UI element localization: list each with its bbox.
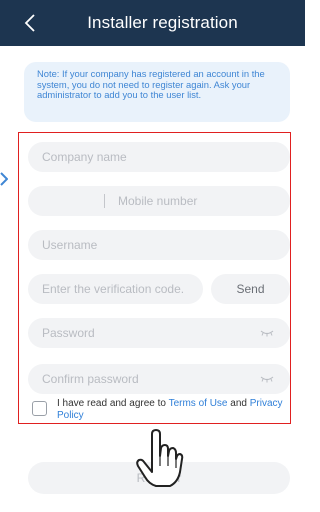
- agreement-and: and: [227, 398, 250, 409]
- page-title: Installer registration: [87, 13, 238, 32]
- country-code-divider: [104, 194, 105, 208]
- company-name-input[interactable]: Company name: [28, 142, 290, 172]
- password-input[interactable]: Password: [28, 318, 290, 348]
- verification-code-input[interactable]: Enter the verification code.: [28, 274, 203, 304]
- mobile-number-placeholder: Mobile number: [118, 194, 198, 208]
- side-arrow-icon: [0, 172, 8, 186]
- send-code-button[interactable]: Send: [211, 274, 290, 304]
- username-input[interactable]: Username: [28, 230, 290, 260]
- username-placeholder: Username: [42, 238, 98, 252]
- top-bar: Installer registration: [0, 0, 305, 46]
- agreement-checkbox[interactable]: [32, 401, 47, 416]
- agreement-row: I have read and agree to Terms of Use an…: [30, 398, 290, 426]
- eye-closed-icon[interactable]: [260, 329, 274, 337]
- verification-code-placeholder: Enter the verification code.: [42, 282, 185, 296]
- confirm-password-input[interactable]: Confirm password: [28, 364, 290, 394]
- password-placeholder: Password: [42, 326, 95, 340]
- pointing-hand-icon: [136, 429, 184, 487]
- registration-note: Note: If your company has registered an …: [24, 62, 290, 122]
- confirm-password-placeholder: Confirm password: [42, 372, 139, 386]
- terms-of-use-link[interactable]: Terms of Use: [169, 398, 228, 409]
- company-name-placeholder: Company name: [42, 150, 127, 164]
- eye-closed-icon[interactable]: [260, 375, 274, 383]
- agreement-text: I have read and agree to Terms of Use an…: [57, 398, 292, 422]
- agreement-prefix: I have read and agree to: [57, 398, 169, 409]
- mobile-number-input[interactable]: Mobile number: [28, 186, 290, 216]
